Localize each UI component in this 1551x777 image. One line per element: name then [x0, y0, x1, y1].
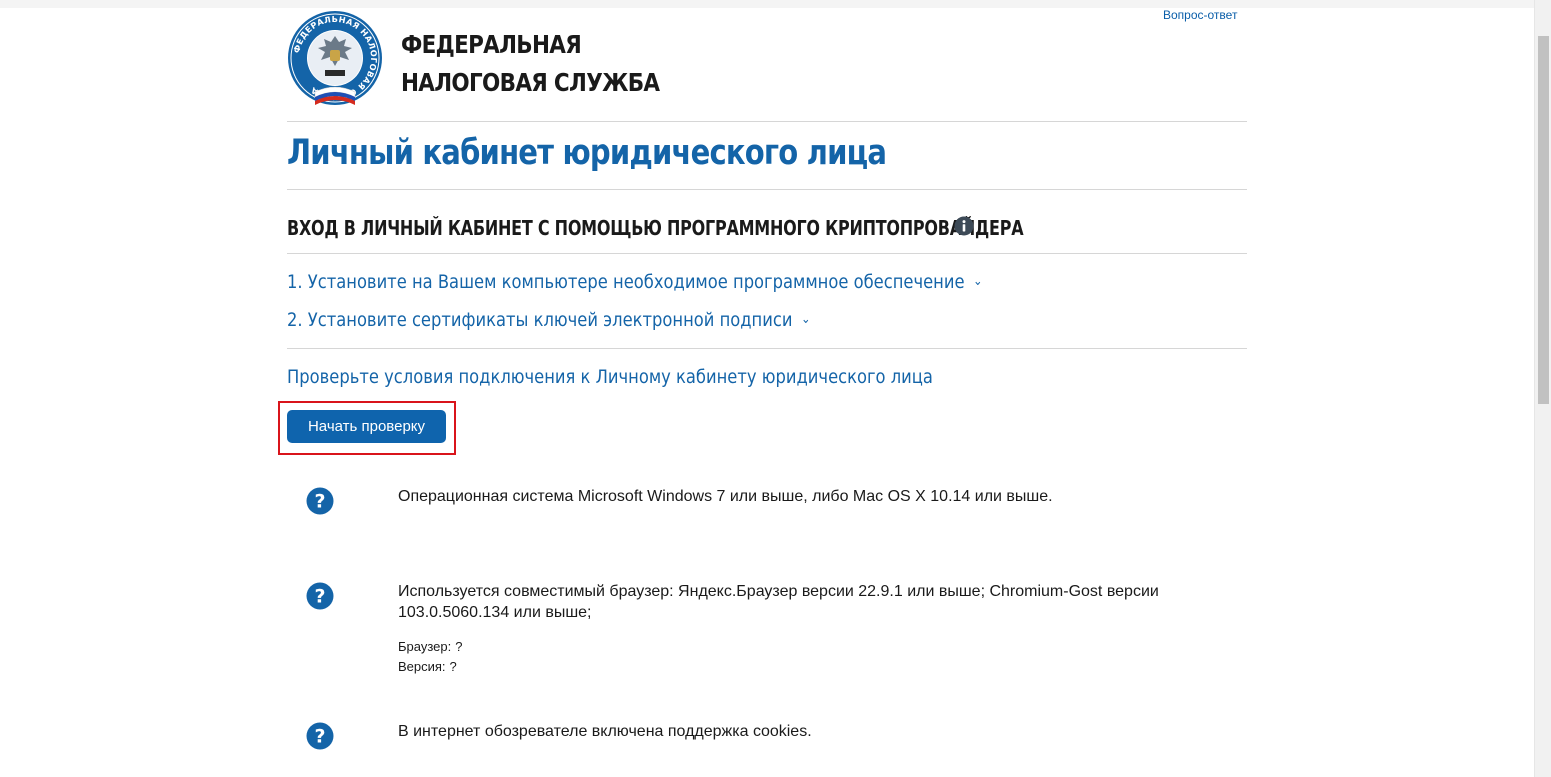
step-install-certificates[interactable]: 2. Установите сертификаты ключей электро…	[287, 307, 810, 333]
step-label: 2. Установите сертификаты ключей электро…	[287, 309, 793, 331]
check-conditions-title: Проверьте условия подключения к Личному …	[287, 366, 933, 388]
svg-text:?: ?	[314, 491, 325, 513]
page-title: Личный кабинет юридического лица	[287, 133, 887, 173]
vertical-scrollbar[interactable]	[1534, 0, 1551, 777]
step-install-software[interactable]: 1. Установите на Вашем компьютере необхо…	[287, 269, 983, 295]
org-name-line1: ФЕДЕРАЛЬНАЯ	[401, 30, 582, 59]
divider	[287, 189, 1247, 190]
fns-logo[interactable]: ФЕДЕРАЛЬНАЯ НАЛОГОВАЯ СЛУЖБА	[287, 10, 383, 106]
svg-text:?: ?	[314, 726, 325, 748]
section-title: ВХОД В ЛИЧНЫЙ КАБИНЕТ С ПОМОЩЬЮ ПРОГРАММ…	[287, 216, 1024, 240]
org-name: ФЕДЕРАЛЬНАЯ НАЛОГОВАЯ СЛУЖБА	[401, 26, 660, 102]
chevron-down-icon: ⌄	[801, 312, 811, 327]
svg-text:?: ?	[314, 586, 325, 608]
requirement-browser: Используется совместимый браузер: Яндекс…	[398, 583, 1159, 621]
faq-link[interactable]: Вопрос-ответ	[1163, 8, 1237, 22]
org-name-line2: НАЛОГОВАЯ СЛУЖБА	[401, 68, 660, 97]
browser-top-strip	[0, 0, 1534, 8]
requirement-os: Операционная система Microsoft Windows 7…	[398, 488, 1053, 505]
browser-info-row: Браузер:?	[398, 637, 462, 657]
scrollbar-thumb[interactable]	[1538, 36, 1549, 404]
version-value: ?	[449, 659, 457, 674]
question-circle-icon: ?	[306, 722, 334, 750]
info-icon[interactable]	[954, 216, 974, 236]
requirement-cookies: В интернет обозревателе включена поддерж…	[398, 723, 812, 740]
question-circle-icon: ?	[306, 487, 334, 515]
divider	[287, 121, 1247, 122]
chevron-down-icon: ⌄	[973, 274, 983, 289]
page: Вопрос-ответ ФЕДЕРАЛЬНАЯ НАЛОГОВАЯ СЛУЖБ…	[0, 0, 1551, 777]
divider	[287, 348, 1247, 349]
question-circle-icon: ?	[306, 582, 334, 610]
version-label: Версия:	[398, 659, 446, 674]
step-label: 1. Установите на Вашем компьютере необхо…	[287, 271, 965, 293]
start-check-button[interactable]: Начать проверку	[287, 410, 446, 443]
browser-label: Браузер:	[398, 639, 452, 654]
version-info-row: Версия:?	[398, 657, 457, 677]
divider	[287, 253, 1247, 254]
browser-value: ?	[455, 639, 463, 654]
